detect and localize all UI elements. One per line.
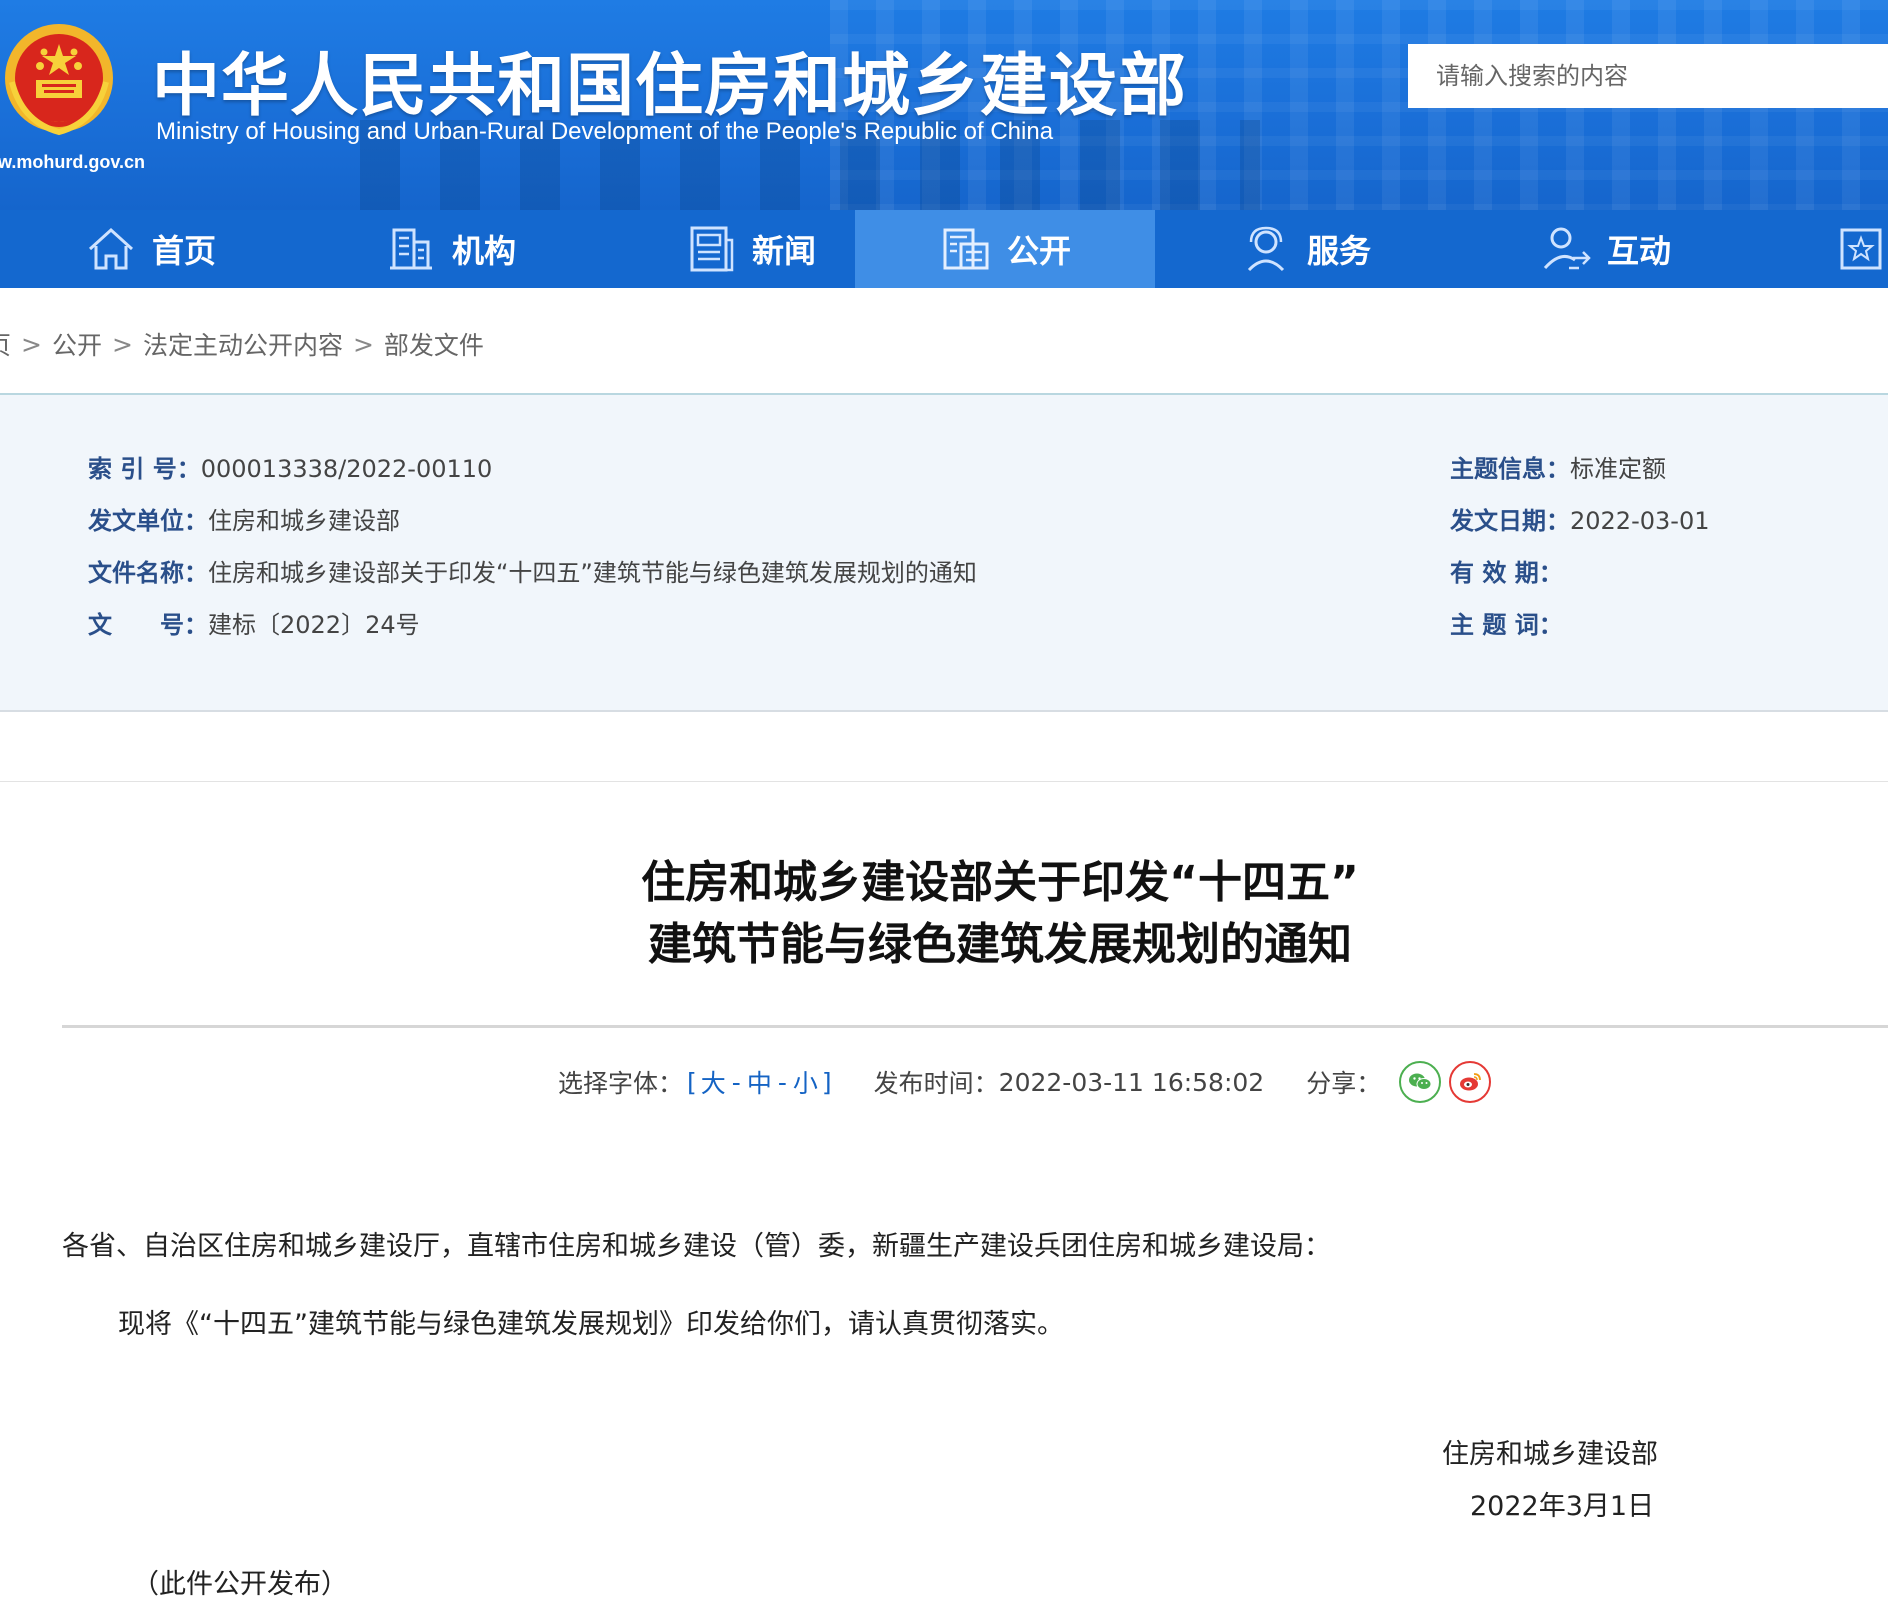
- meta-label: 主题信息：: [1450, 455, 1570, 483]
- meta-value: 标准定额: [1570, 455, 1666, 483]
- breadcrumb: 页 > 公开 > 法定主动公开内容 > 部发文件: [0, 326, 484, 362]
- nav-label-service: 服务: [1306, 232, 1371, 270]
- font-size-medium-link[interactable]: 中: [747, 1064, 772, 1100]
- nav-label-news: 新闻: [751, 232, 816, 270]
- service-icon: [1239, 222, 1293, 276]
- meta-document-name: 文件名称：住房和城乡建设部关于印发“十四五”建筑节能与绿色建筑发展规划的通知: [88, 553, 977, 588]
- building-icon: [384, 222, 438, 276]
- article-toolbar: 选择字体： [ 大 - 中 - 小 ] 发布时间： 2022-03-11 16:…: [558, 1061, 1492, 1103]
- site-url-text: www.mohurd.gov.cn: [0, 152, 145, 172]
- breadcrumb-separator: >: [352, 329, 374, 359]
- nav-item-disclosure[interactable]: 公开: [855, 210, 1155, 288]
- search-input[interactable]: [1408, 44, 1888, 108]
- disclosure-icon: [939, 222, 993, 276]
- share-label: 分享：: [1306, 1069, 1382, 1098]
- weibo-icon: [1460, 1073, 1482, 1091]
- font-size-separator: -: [731, 1067, 741, 1097]
- meta-label: 发文单位：: [88, 507, 208, 535]
- wechat-icon: [1409, 1073, 1432, 1090]
- font-size-open-bracket: [: [687, 1067, 697, 1097]
- meta-validity: 有 效 期：: [1450, 553, 1563, 588]
- meta-label: 主 题 词：: [1450, 611, 1563, 639]
- document-title-line-2: 建筑节能与绿色建筑发展规划的通知: [648, 919, 1352, 970]
- national-emblem-logo[interactable]: [2, 22, 120, 144]
- meta-label: 有 效 期：: [1450, 559, 1563, 587]
- meta-issuing-unit: 发文单位：住房和城乡建设部: [88, 501, 400, 536]
- favorite-icon: [1828, 222, 1882, 276]
- title-divider: [62, 1025, 1888, 1028]
- font-size-close-bracket: ]: [821, 1067, 832, 1097]
- meta-keywords: 主 题 词：: [1450, 605, 1563, 640]
- site-url: www.mohurd.gov.cn: [0, 152, 145, 173]
- breadcrumb-separator: >: [21, 329, 42, 359]
- share-wechat-button[interactable]: [1399, 1061, 1442, 1103]
- nav-label-organization: 机构: [451, 232, 516, 270]
- meta-issue-date: 发文日期：2022-03-01: [1450, 501, 1709, 536]
- font-size-label: 选择字体：: [558, 1069, 684, 1098]
- breadcrumb-statutory-content[interactable]: 法定主动公开内容: [143, 326, 343, 362]
- breadcrumb-ministry-documents[interactable]: 部发文件: [384, 326, 484, 362]
- meta-label: 文件名称：: [88, 559, 208, 587]
- nav-item-organization[interactable]: 机构: [300, 210, 600, 288]
- site-title: 中华人民共和国住房和城乡建设部: [152, 47, 1188, 126]
- nav-item-home[interactable]: 首页: [0, 210, 300, 288]
- breadcrumb-disclosure[interactable]: 公开: [52, 326, 102, 362]
- publication-note: （此件公开发布）: [132, 1569, 348, 1600]
- nav-label-home: 首页: [151, 232, 216, 270]
- meta-index-number: 索 引 号：000013338/2022-00110: [88, 449, 492, 484]
- home-icon: [84, 222, 138, 276]
- font-size-separator: -: [777, 1067, 787, 1097]
- publish-time-value: 2022-03-11 16:58:02: [998, 1067, 1265, 1097]
- breadcrumb-separator: >: [111, 329, 133, 359]
- nav-label-interaction: 互动: [1606, 232, 1671, 270]
- section-divider: [0, 781, 1888, 782]
- site-header: 中华人民共和国住房和城乡建设部 Ministry of Housing and …: [0, 0, 1888, 210]
- breadcrumb-home[interactable]: 页: [0, 326, 11, 362]
- nav-item-favorite[interactable]: [1828, 210, 1888, 288]
- document-title-line-1: 住房和城乡建设部关于印发“十四五”: [641, 857, 1359, 908]
- meta-document-number: 文 号：建标〔2022〕24号: [88, 605, 420, 640]
- main-nav: 首页 机构 新闻 公开 服务 互动: [0, 210, 1888, 288]
- share-weibo-button[interactable]: [1449, 1061, 1492, 1103]
- meta-label: 文 号：: [88, 611, 208, 639]
- font-size-large-link[interactable]: 大: [701, 1064, 726, 1100]
- publish-time-label: 发布时间：: [873, 1069, 999, 1098]
- meta-value: 000013338/2022-00110: [200, 455, 493, 483]
- meta-value: 2022-03-01: [1570, 507, 1710, 535]
- meta-value: 住房和城乡建设部关于印发“十四五”建筑节能与绿色建筑发展规划的通知: [208, 559, 977, 587]
- meta-topic: 主题信息：标准定额: [1450, 449, 1666, 484]
- interaction-icon: [1539, 222, 1593, 276]
- document-title: 住房和城乡建设部关于印发“十四五” 建筑节能与绿色建筑发展规划的通知: [560, 852, 1440, 976]
- site-subtitle: Ministry of Housing and Urban-Rural Deve…: [156, 118, 1054, 145]
- meta-value: 建标〔2022〕24号: [208, 611, 420, 639]
- document-metadata-panel: 索 引 号：000013338/2022-00110 发文单位：住房和城乡建设部…: [0, 395, 1888, 712]
- document-paragraph: 现将《“十四五”建筑节能与绿色建筑发展规划》印发给你们，请认真贯彻落实。: [118, 1309, 1064, 1340]
- nav-item-service[interactable]: 服务: [1155, 210, 1455, 288]
- nav-item-interaction[interactable]: 互动: [1455, 210, 1755, 288]
- nav-label-disclosure: 公开: [1006, 232, 1071, 270]
- font-size-small-link[interactable]: 小: [793, 1064, 818, 1100]
- meta-label: 发文日期：: [1450, 507, 1570, 535]
- meta-value: 住房和城乡建设部: [208, 507, 400, 535]
- meta-label: 索 引 号：: [88, 455, 201, 483]
- signature-organization: 住房和城乡建设部: [1442, 1439, 1658, 1470]
- news-icon: [684, 222, 738, 276]
- signature-date: 2022年3月1日: [1470, 1491, 1655, 1522]
- document-salutation: 各省、自治区住房和城乡建设厅，直辖市住房和城乡建设（管）委，新疆生产建设兵团住房…: [62, 1231, 1331, 1262]
